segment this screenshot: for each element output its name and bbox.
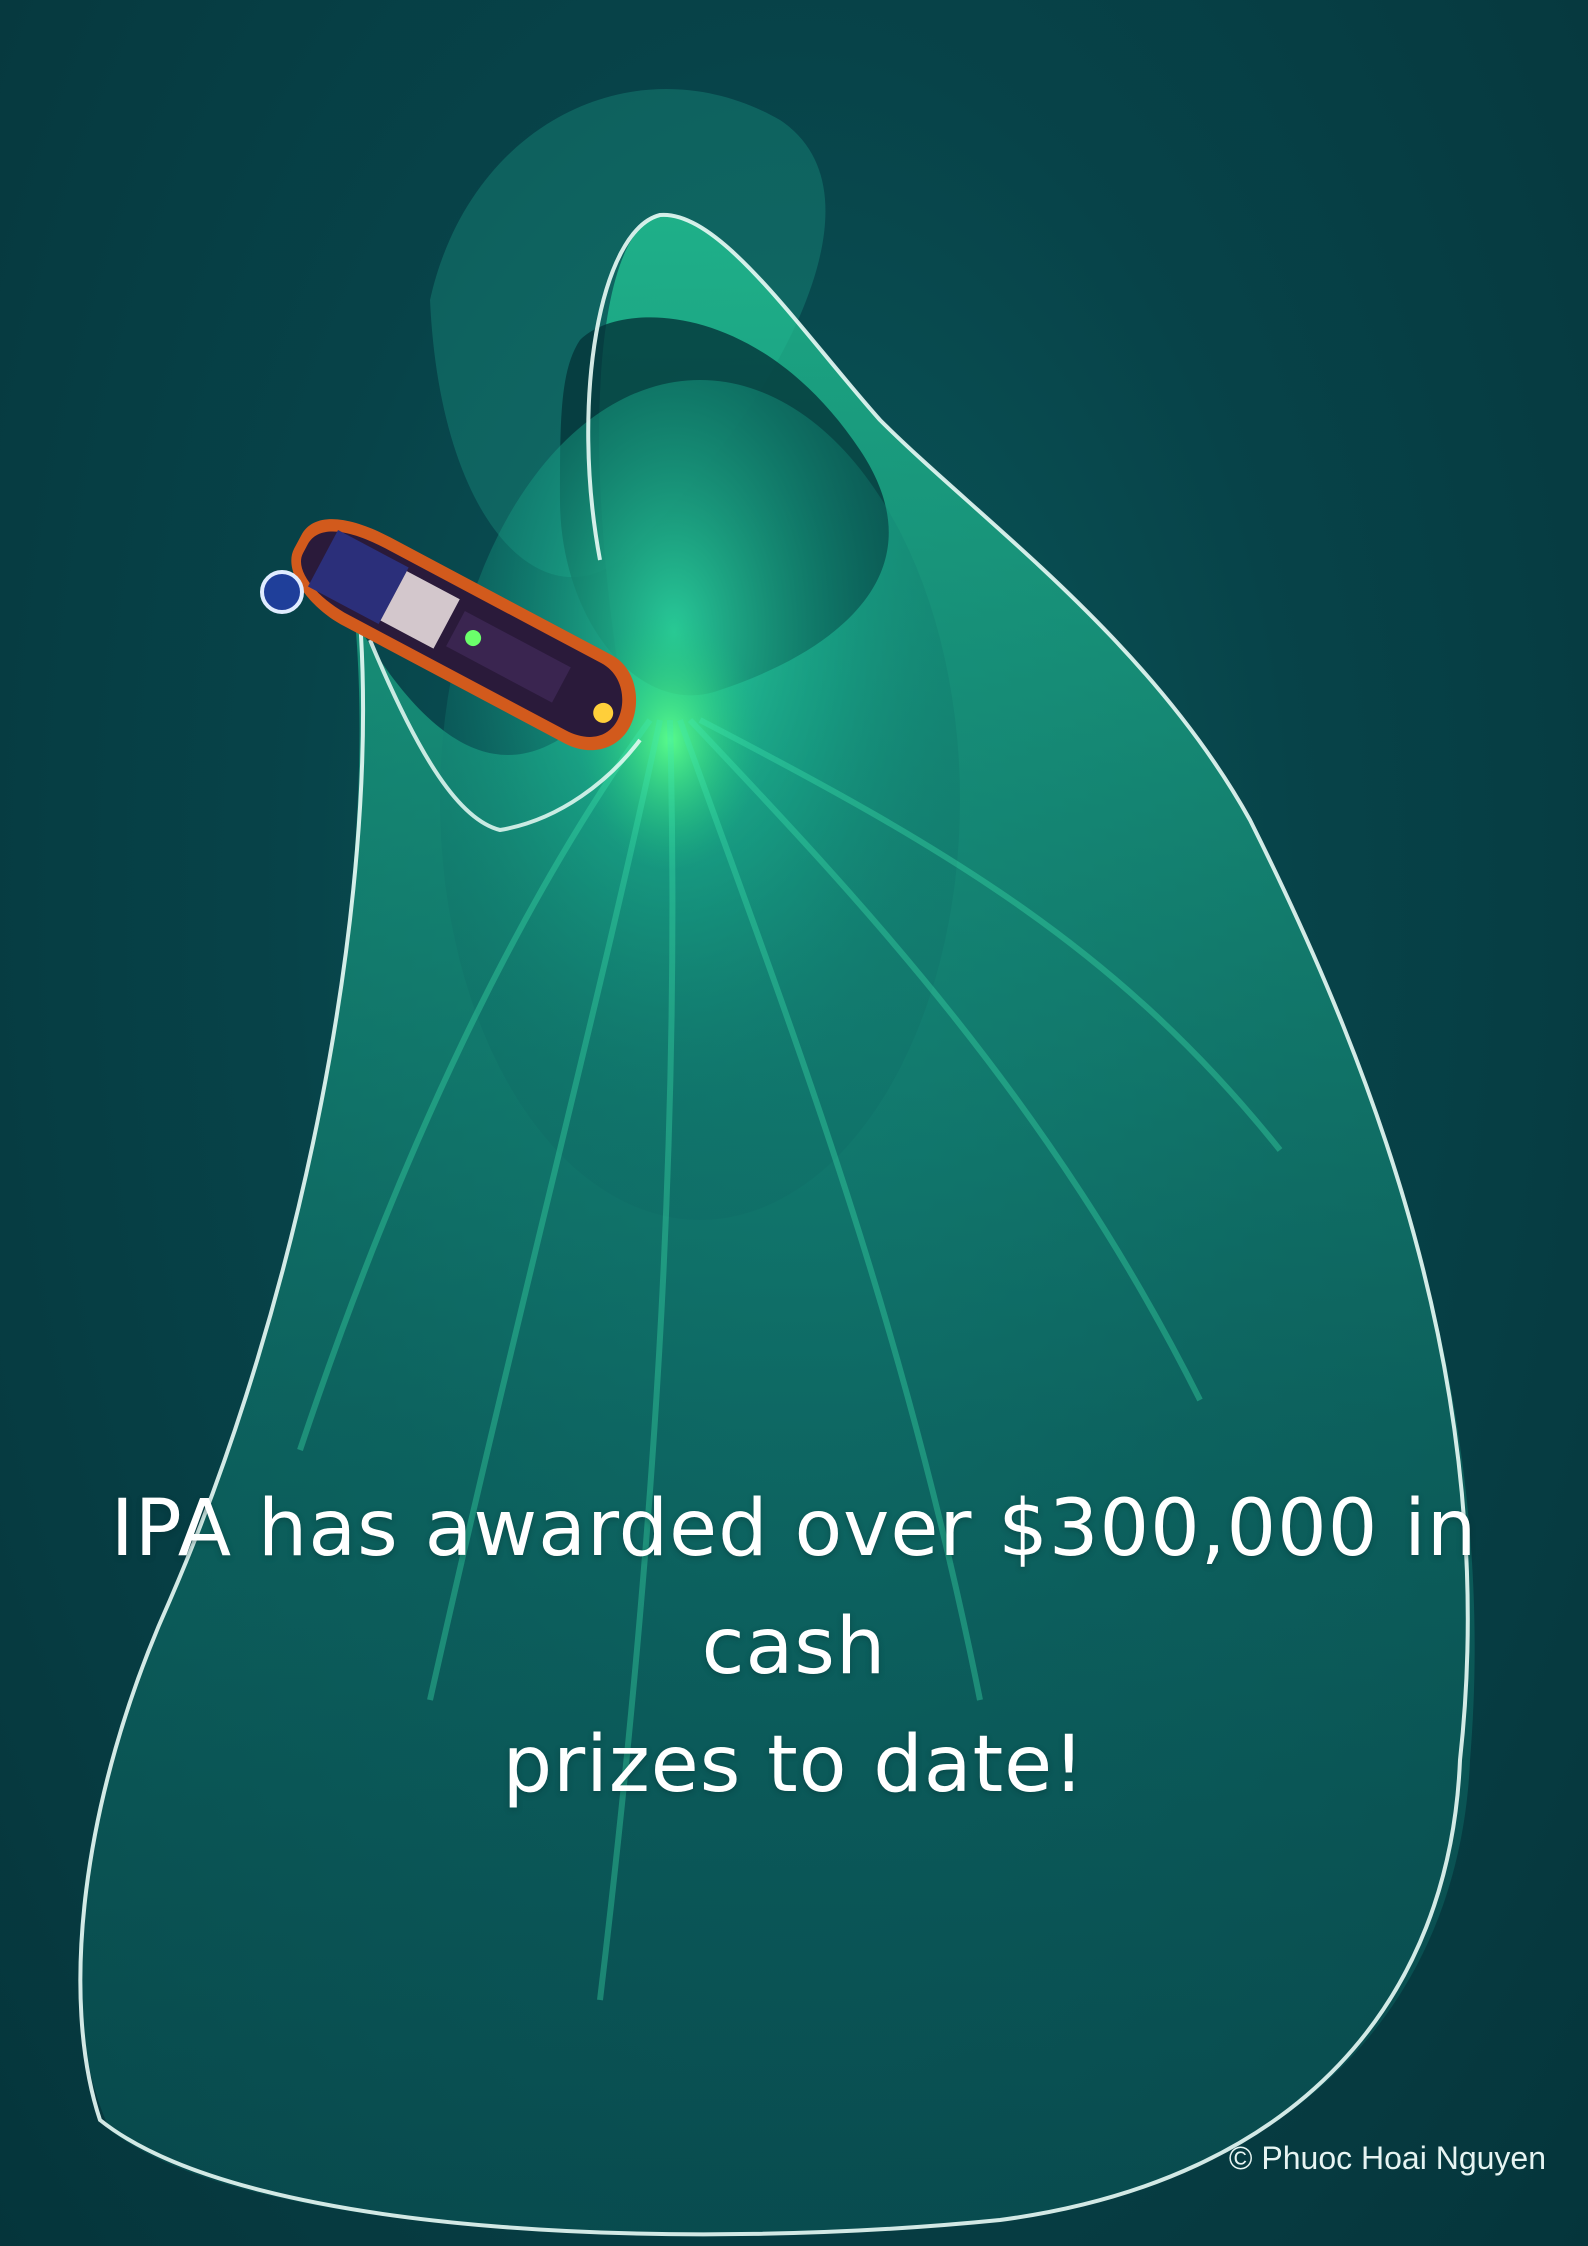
coracle bbox=[260, 570, 304, 614]
headline: IPA has awarded over $300,000 in cash pr… bbox=[40, 1470, 1548, 1824]
poster: IPA has awarded over $300,000 in cash pr… bbox=[0, 0, 1588, 2246]
aerial-fishing-net-photo bbox=[78, 88, 1475, 2237]
headline-line-1: IPA has awarded over $300,000 in cash bbox=[110, 1484, 1478, 1692]
photo-credit: © Phuoc Hoai Nguyen bbox=[1228, 2140, 1546, 2176]
headline-line-2: prizes to date! bbox=[502, 1720, 1086, 1810]
